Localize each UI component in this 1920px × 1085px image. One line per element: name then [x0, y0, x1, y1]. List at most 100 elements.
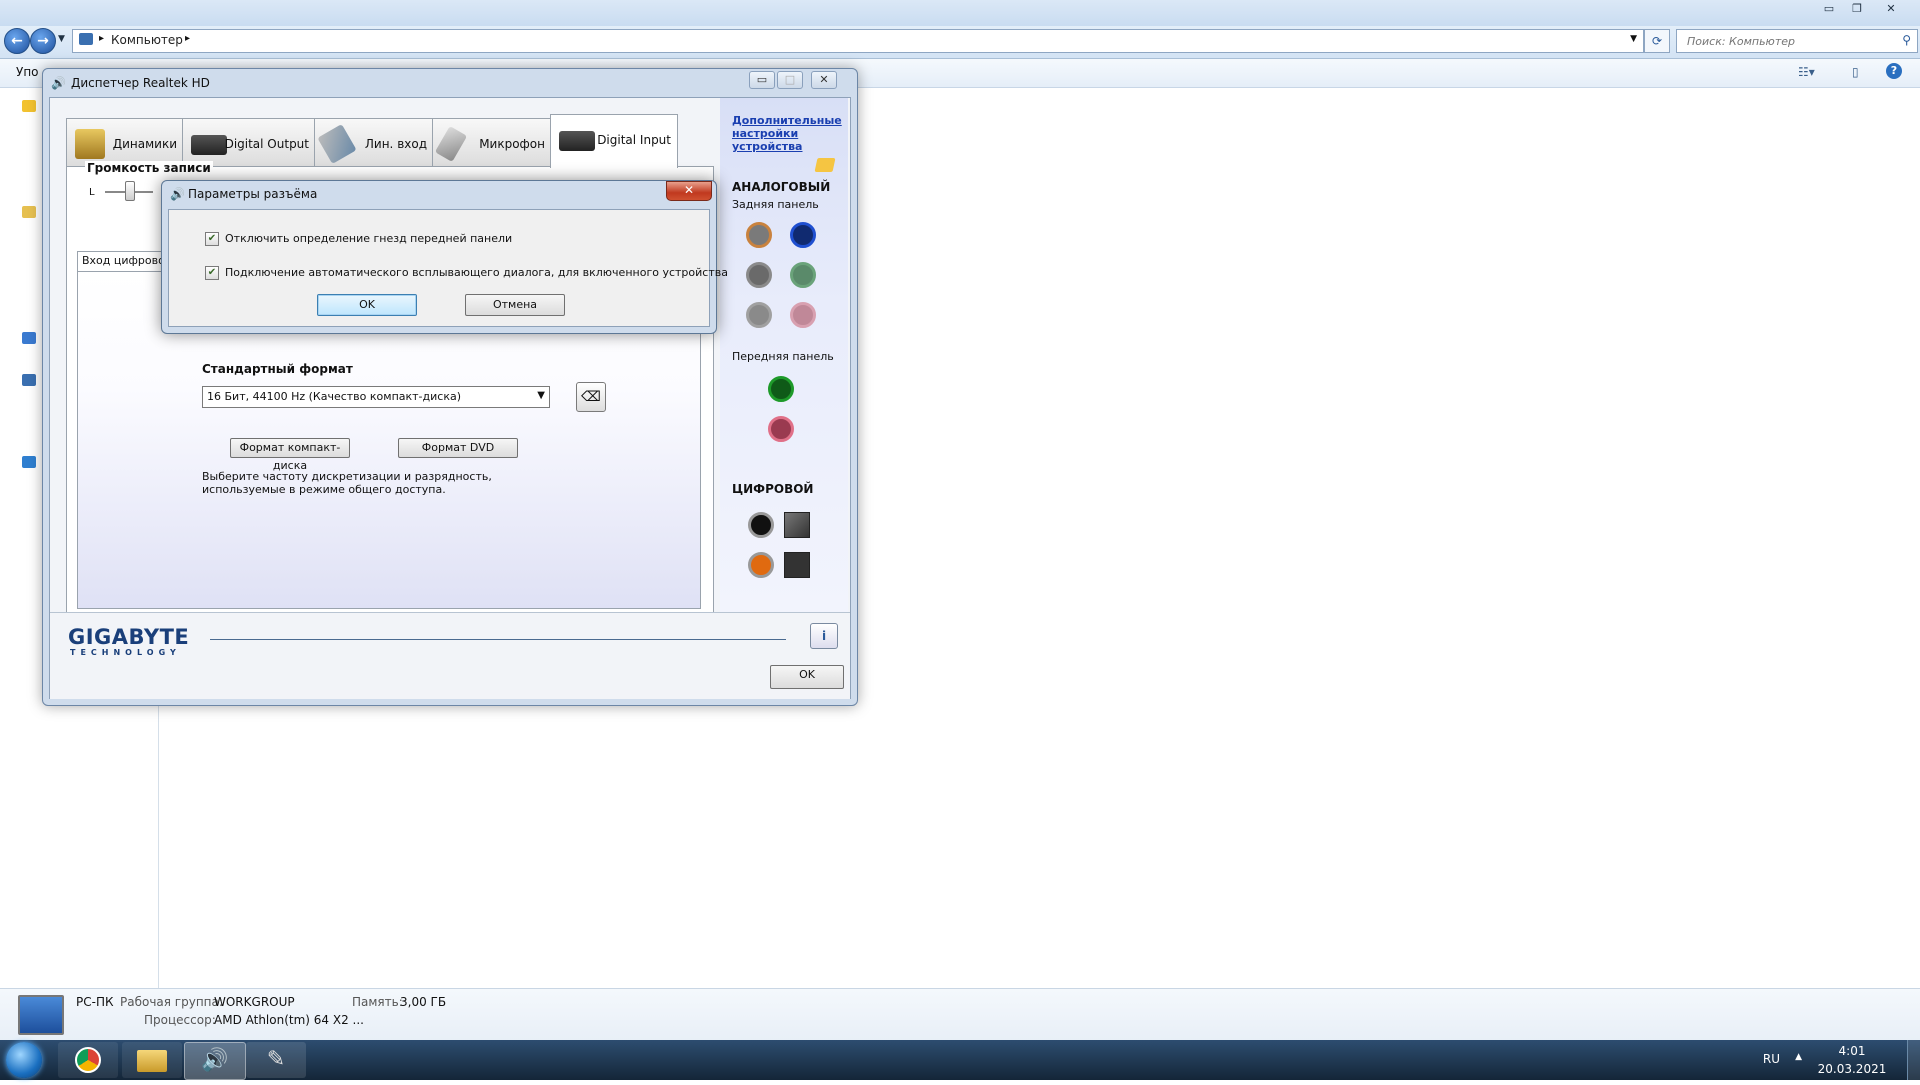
digital-coax-orange[interactable]: [748, 552, 774, 578]
jack-panel: Дополнительные настройки устройства АНАЛ…: [720, 98, 848, 612]
cd-format-button[interactable]: Формат компакт-диска: [230, 438, 350, 472]
realtek-taskbar-icon[interactable]: 🔊: [184, 1042, 246, 1080]
explorer-titlebar: ▭ ❐ ✕: [0, 0, 1920, 26]
computer-nav-icon[interactable]: [22, 374, 36, 386]
restore-button[interactable]: ❐: [1846, 1, 1868, 17]
front-panel-label: Передняя панель: [732, 350, 834, 363]
optical-out-icon[interactable]: [784, 512, 810, 538]
tab-microphone[interactable]: Микрофон: [432, 118, 552, 167]
address-dropdown-icon[interactable]: ▼: [1630, 34, 1637, 44]
clock-time[interactable]: 4:01: [1822, 1044, 1882, 1058]
realtek-maximize-button: □: [777, 71, 803, 89]
digital-output-icon: [191, 135, 227, 155]
computer-large-icon: [18, 995, 64, 1035]
standard-format-label: Стандартный формат: [202, 362, 353, 376]
memory-label: Память:: [352, 995, 403, 1009]
dialog-ok-button[interactable]: OK: [317, 294, 417, 316]
realtek-hd-manager-window: 🔊 Диспетчер Realtek HD ▭ □ ✕ Динамики Di…: [42, 68, 858, 706]
view-options-icon[interactable]: ☷▾: [1798, 65, 1815, 79]
rear-jack-pink[interactable]: [790, 302, 816, 328]
minimize-button[interactable]: ▭: [1818, 1, 1840, 17]
homegroup-icon[interactable]: [22, 332, 36, 344]
line-in-icon: [317, 124, 357, 164]
realtek-ok-button[interactable]: OK: [770, 665, 844, 689]
refresh-button[interactable]: ⟳: [1644, 29, 1670, 53]
digital-coax-black[interactable]: [748, 512, 774, 538]
show-desktop-button[interactable]: [1907, 1040, 1920, 1080]
workgroup-label: Рабочая группа:: [120, 995, 223, 1009]
dvd-format-button[interactable]: Формат DVD: [398, 438, 518, 458]
details-pane: PC-ПК Рабочая группа: WORKGROUP Память: …: [0, 988, 1920, 1041]
organize-menu[interactable]: Упо: [16, 65, 39, 79]
breadcrumb-chevron-icon[interactable]: ▸: [185, 33, 190, 44]
history-dropdown-icon[interactable]: ▼: [58, 34, 65, 44]
workgroup-value: WORKGROUP: [214, 995, 295, 1009]
gigabyte-logo: GIGABYTE: [68, 625, 190, 649]
tray-expand-icon[interactable]: ▲: [1795, 1052, 1802, 1062]
realtek-minimize-button[interactable]: ▭: [749, 71, 775, 89]
recording-volume-label: Громкость записи: [85, 161, 213, 175]
dialog-close-button[interactable]: ✕: [666, 181, 712, 201]
front-jack-pink[interactable]: [768, 416, 794, 442]
reset-format-button[interactable]: ⌫: [576, 382, 606, 412]
dialog-title: Параметры разъёма: [188, 187, 318, 201]
tab-speakers[interactable]: Динамики: [66, 118, 184, 167]
computer-icon: [79, 33, 93, 45]
dialog-cancel-button[interactable]: Отмена: [465, 294, 565, 316]
breadcrumb-computer[interactable]: Компьютер: [111, 33, 183, 47]
rear-jack-silver[interactable]: [746, 302, 772, 328]
close-button[interactable]: ✕: [1880, 1, 1902, 17]
chrome-taskbar-icon[interactable]: [58, 1042, 118, 1078]
rear-jack-orange[interactable]: [746, 222, 772, 248]
rear-jack-blue[interactable]: [790, 222, 816, 248]
gigabyte-technology-logo: TECHNOLOGY: [70, 648, 181, 657]
advanced-device-settings-link[interactable]: Дополнительные настройки устройства: [732, 114, 842, 153]
search-input[interactable]: [1685, 34, 1889, 49]
address-bar[interactable]: ▸ Компьютер ▸ ▼: [72, 29, 1644, 53]
help-icon[interactable]: ?: [1886, 63, 1902, 79]
dropdown-arrow-icon[interactable]: ▼: [537, 390, 545, 401]
footer-divider: [210, 639, 786, 640]
language-indicator[interactable]: RU: [1763, 1052, 1780, 1066]
taskbar: 🔊 ✎ RU ▲ 4:01 20.03.2021: [0, 1040, 1920, 1080]
realtek-titlebar: 🔊 Диспетчер Realtek HD ▭ □ ✕: [43, 69, 857, 95]
auto-popup-dialog-checkbox[interactable]: ✔: [205, 266, 219, 280]
auto-popup-dialog-label: Подключение автоматического всплывающего…: [225, 266, 728, 279]
libraries-icon[interactable]: [22, 206, 36, 218]
start-button[interactable]: [6, 1042, 42, 1078]
favorites-icon[interactable]: [22, 100, 36, 112]
optical-in-icon[interactable]: [784, 552, 810, 578]
network-icon[interactable]: [22, 456, 36, 468]
cpu-value: AMD Athlon(tm) 64 X2 ...: [214, 1013, 364, 1027]
dialog-client-area: ✔ Отключить определение гнезд передней п…: [168, 209, 728, 327]
folder-icon[interactable]: [814, 158, 836, 172]
paint-taskbar-icon[interactable]: ✎: [246, 1042, 306, 1078]
clock-date[interactable]: 20.03.2021: [1814, 1062, 1890, 1076]
tab-digital-output[interactable]: Digital Output: [182, 118, 316, 167]
format-select[interactable]: 16 Бит, 44100 Hz (Качество компакт-диска…: [202, 386, 550, 408]
recording-volume-slider[interactable]: [125, 181, 135, 201]
explorer-taskbar-icon[interactable]: [122, 1042, 182, 1078]
search-box[interactable]: ⚲: [1676, 29, 1918, 53]
front-jack-green[interactable]: [768, 376, 794, 402]
speakers-icon: [75, 129, 105, 159]
rear-jack-green[interactable]: [790, 262, 816, 288]
forward-button[interactable]: →: [30, 28, 56, 54]
disable-front-panel-detection-checkbox[interactable]: ✔: [205, 232, 219, 246]
format-description: Выберите частоту дискретизации и разрядн…: [202, 470, 492, 496]
info-button[interactable]: i: [810, 623, 838, 649]
navigation-bar: ← → ▼ ▸ Компьютер ▸ ▼ ⟳ ⚲: [0, 26, 1920, 59]
microphone-icon: [434, 126, 468, 162]
digital-input-icon: [559, 131, 595, 151]
realtek-close-button[interactable]: ✕: [811, 71, 837, 89]
back-button[interactable]: ←: [4, 28, 30, 54]
realtek-title: Диспетчер Realtek HD: [71, 76, 210, 90]
rear-jack-gray[interactable]: [746, 262, 772, 288]
preview-pane-icon[interactable]: ▯: [1852, 65, 1859, 79]
tab-line-in[interactable]: Лин. вход: [314, 118, 434, 167]
dialog-speaker-icon: 🔊: [170, 187, 185, 201]
search-icon[interactable]: ⚲: [1902, 33, 1911, 47]
rear-panel-label: Задняя панель: [732, 198, 819, 211]
tab-digital-input[interactable]: Digital Input: [550, 114, 678, 168]
realtek-footer: GIGABYTE TECHNOLOGY i OK: [50, 612, 850, 699]
